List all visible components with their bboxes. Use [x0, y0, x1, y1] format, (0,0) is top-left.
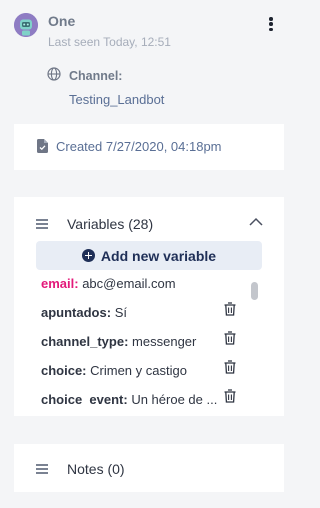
variable-row-choice-event: choice_event: Un héroe de ... — [41, 392, 241, 405]
user-name: One — [48, 13, 76, 29]
robot-avatar-icon — [14, 13, 38, 37]
variable-row-channel-type: channel_type: messenger — [41, 334, 241, 354]
trash-icon[interactable] — [224, 331, 236, 345]
trash-icon[interactable] — [224, 389, 236, 403]
variable-value: messenger — [132, 334, 197, 349]
plus-circle-icon — [81, 249, 95, 262]
variable-row-email: email: abc@email.com — [41, 276, 241, 296]
avatar — [14, 13, 38, 37]
variable-row-choice: choice: Crimen y castigo — [41, 363, 241, 383]
variable-key: channel_type: — [41, 334, 129, 349]
chevron-up-icon[interactable] — [249, 217, 263, 227]
variable-key: email: — [41, 276, 79, 291]
variable-value: Sí — [114, 305, 127, 320]
scrollbar-thumb[interactable] — [251, 282, 258, 300]
trash-icon[interactable] — [224, 302, 236, 316]
document-icon — [37, 139, 48, 153]
add-variable-label: Add new variable — [100, 247, 217, 264]
hamburger-icon — [36, 464, 48, 474]
channel-label: Channel: — [69, 69, 123, 83]
notes-card[interactable] — [14, 444, 284, 492]
trash-icon[interactable] — [224, 360, 236, 374]
add-variable-button[interactable]: Add new variable — [36, 241, 262, 270]
variable-key: apuntados: — [41, 305, 112, 320]
more-vertical-icon — [269, 17, 273, 21]
variable-key: choice_event: — [41, 392, 128, 405]
variables-list[interactable]: email: abc@email.com apuntados: Sí chann… — [36, 272, 262, 405]
globe-icon — [47, 67, 61, 81]
notes-title: Notes (0) — [67, 461, 125, 477]
created-date: Created 7/27/2020, 04:18pm — [56, 139, 222, 154]
hamburger-icon — [36, 219, 48, 229]
variable-value: Un héroe de ... — [131, 392, 218, 405]
variable-value: abc@email.com — [82, 276, 176, 291]
channel-value: Testing_Landbot — [69, 92, 165, 107]
variable-value: Crimen y castigo — [90, 363, 187, 378]
last-seen: Last seen Today, 12:51 — [48, 35, 171, 49]
variable-row-apuntados: apuntados: Sí — [41, 305, 241, 325]
variables-title: Variables (28) — [67, 216, 154, 232]
more-options-button[interactable] — [263, 14, 279, 34]
variable-key: choice: — [41, 363, 87, 378]
